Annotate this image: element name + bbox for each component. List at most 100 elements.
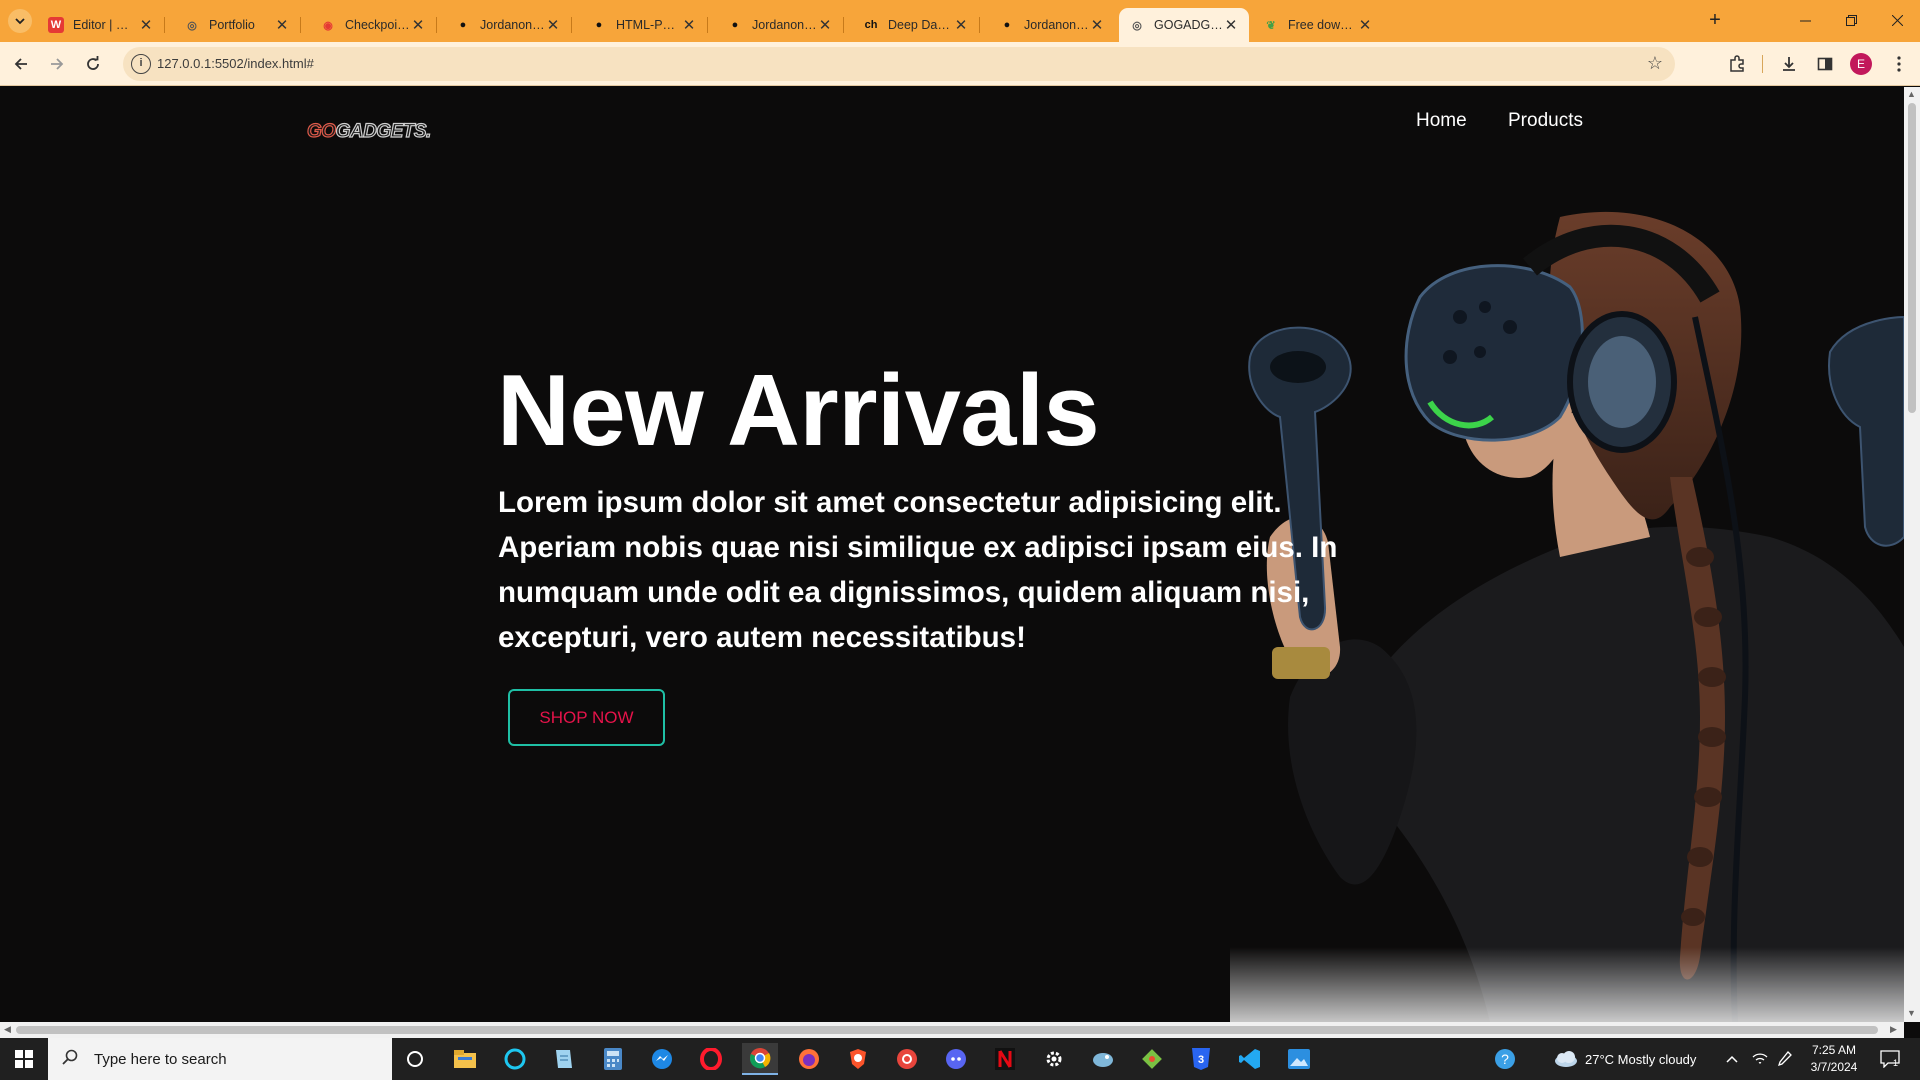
close-tab-icon[interactable]: ✕ [138, 16, 154, 34]
close-tab-icon[interactable]: ✕ [1089, 16, 1105, 34]
opera-button[interactable] [693, 1043, 729, 1075]
profile-avatar[interactable]: E [1850, 53, 1872, 75]
wepik-icon: W [48, 17, 64, 33]
forward-button[interactable] [44, 51, 70, 77]
chrome-button[interactable] [742, 1043, 778, 1075]
close-tab-icon[interactable]: ✕ [1223, 16, 1239, 34]
scroll-down-icon[interactable]: ▼ [1907, 1008, 1916, 1018]
notification-center[interactable]: 1 [1880, 1038, 1900, 1080]
file-explorer-button[interactable] [447, 1043, 483, 1075]
scroll-left-icon[interactable]: ◀ [4, 1024, 11, 1035]
reload-icon [87, 56, 99, 70]
tab-title: Jordanonehunnid [752, 18, 817, 32]
close-tab-icon[interactable]: ✕ [681, 16, 697, 34]
nav-products[interactable]: Products [1508, 110, 1583, 132]
search-placeholder: Type here to search [94, 1050, 227, 1068]
close-window-button[interactable] [1872, 0, 1920, 40]
tab-github-1[interactable]: ● Jordanonehunnid ✕ [445, 8, 572, 42]
vr-headset [1404, 264, 1584, 442]
close-tab-icon[interactable]: ✕ [274, 16, 290, 34]
notepad-button[interactable] [546, 1043, 582, 1075]
weather-widget[interactable]: 27°C Mostly cloudy [1553, 1038, 1696, 1080]
reload-button[interactable] [80, 51, 106, 77]
windows-taskbar: Type here to search 3 ? 27°C Mostly clou… [0, 1038, 1920, 1080]
alexa-button[interactable] [497, 1043, 533, 1075]
site-info-icon[interactable]: i [131, 54, 151, 74]
vertical-scroll-thumb[interactable] [1908, 103, 1916, 413]
minimize-button[interactable] [1780, 0, 1830, 40]
task-view-button[interactable] [397, 1043, 433, 1075]
browser-menu-button[interactable] [1886, 51, 1912, 77]
restore-icon [1845, 14, 1857, 26]
vr-controller-right [1828, 315, 1904, 547]
brave-icon [850, 1049, 866, 1069]
address-bar[interactable]: i 127.0.0.1:5502/index.html# ☆ [123, 47, 1675, 81]
photos-button[interactable] [1281, 1043, 1317, 1075]
side-panel-button[interactable] [1812, 51, 1838, 77]
horizontal-scroll-thumb[interactable] [16, 1026, 1878, 1034]
tab-portfolio[interactable]: ◎ Portfolio ✕ [174, 8, 301, 42]
git-button[interactable] [1134, 1043, 1170, 1075]
tab-gogadgets[interactable]: ◎ GOGADGETS ✕ [1119, 8, 1249, 42]
settings-button[interactable] [1036, 1043, 1072, 1075]
close-tab-icon[interactable]: ✕ [410, 16, 426, 34]
back-button[interactable] [8, 51, 34, 77]
minimize-icon [1799, 20, 1811, 21]
pen-tray[interactable] [1778, 1038, 1792, 1080]
scroll-up-icon[interactable]: ▲ [1907, 89, 1916, 99]
tab-deep-dark-color[interactable]: ch Deep Dark Color I ✕ [853, 8, 980, 42]
windows-logo-icon [15, 1050, 33, 1068]
shop-now-button[interactable]: SHOP NOW [508, 689, 665, 746]
browser-toolbar: i 127.0.0.1:5502/index.html# ☆ E [0, 42, 1920, 86]
css3-button[interactable]: 3 [1183, 1043, 1219, 1075]
horizontal-scrollbar[interactable]: ◀ ▶ [0, 1022, 1904, 1038]
tab-github-2[interactable]: ● HTML-PROJECT/a ✕ [581, 8, 708, 42]
taskbar-clock[interactable]: 7:25 AM 3/7/2024 [1800, 1042, 1868, 1076]
messenger-button[interactable] [644, 1043, 680, 1075]
close-tab-icon[interactable]: ✕ [817, 16, 833, 34]
restore-button[interactable] [1826, 0, 1876, 40]
scroll-right-icon[interactable]: ▶ [1890, 1024, 1897, 1035]
show-hidden-icons[interactable] [1726, 1038, 1738, 1080]
tab-checkpoint[interactable]: ◉ Checkpoint Detail ✕ [310, 8, 437, 42]
extensions-button[interactable] [1724, 51, 1750, 77]
page-viewport: GOGADGETS. Home Products New Arrivals Lo… [0, 87, 1904, 1022]
logo-go: GO [306, 120, 336, 142]
tab-title: Jordanonehunnid [480, 18, 545, 32]
help-tray-icon[interactable]: ? [1494, 1038, 1518, 1080]
start-button[interactable] [0, 1038, 48, 1080]
url-text[interactable]: 127.0.0.1:5502/index.html# [157, 56, 314, 71]
downloads-button[interactable] [1776, 51, 1802, 77]
taskbar-search-box[interactable]: Type here to search [48, 1038, 392, 1080]
tab-wepik[interactable]: W Editor | Wepik ✕ [38, 8, 165, 42]
close-tab-icon[interactable]: ✕ [953, 16, 969, 34]
discord-button[interactable] [938, 1043, 974, 1075]
github-icon: ● [731, 19, 739, 31]
tab-github-3[interactable]: ● Jordanonehunnid ✕ [717, 8, 844, 42]
nav-home[interactable]: Home [1416, 110, 1467, 132]
vertical-scrollbar[interactable]: ▲ ▼ [1904, 87, 1920, 1022]
bookmark-star-icon[interactable]: ☆ [1647, 53, 1663, 74]
netflix-button[interactable] [987, 1043, 1023, 1075]
calculator-button[interactable] [595, 1043, 631, 1075]
bird-app-button[interactable] [1085, 1043, 1121, 1075]
tab-search-button[interactable] [8, 9, 32, 33]
firefox-button[interactable] [791, 1043, 827, 1075]
brave-button[interactable] [840, 1043, 876, 1075]
close-tab-icon[interactable]: ✕ [545, 16, 561, 34]
vscode-icon [1239, 1049, 1260, 1069]
new-tab-button[interactable]: + [1703, 10, 1727, 32]
tab-github-4[interactable]: ● Jordanonehunnid ✕ [989, 8, 1115, 42]
checkpoint-icon: ◉ [323, 19, 333, 32]
site-logo[interactable]: GOGADGETS. [306, 120, 431, 143]
close-icon [1891, 14, 1903, 26]
network-tray[interactable] [1752, 1038, 1768, 1080]
messenger-icon [652, 1049, 672, 1069]
vscode-button[interactable] [1232, 1043, 1268, 1075]
tab-free-download[interactable]: ❦ Free download Be ✕ [1253, 8, 1383, 42]
globe-icon: ◎ [1132, 19, 1142, 32]
pen-icon [1778, 1051, 1792, 1067]
chrome-icon [750, 1048, 771, 1069]
chrome-alt-button[interactable] [889, 1043, 925, 1075]
close-tab-icon[interactable]: ✕ [1357, 16, 1373, 34]
